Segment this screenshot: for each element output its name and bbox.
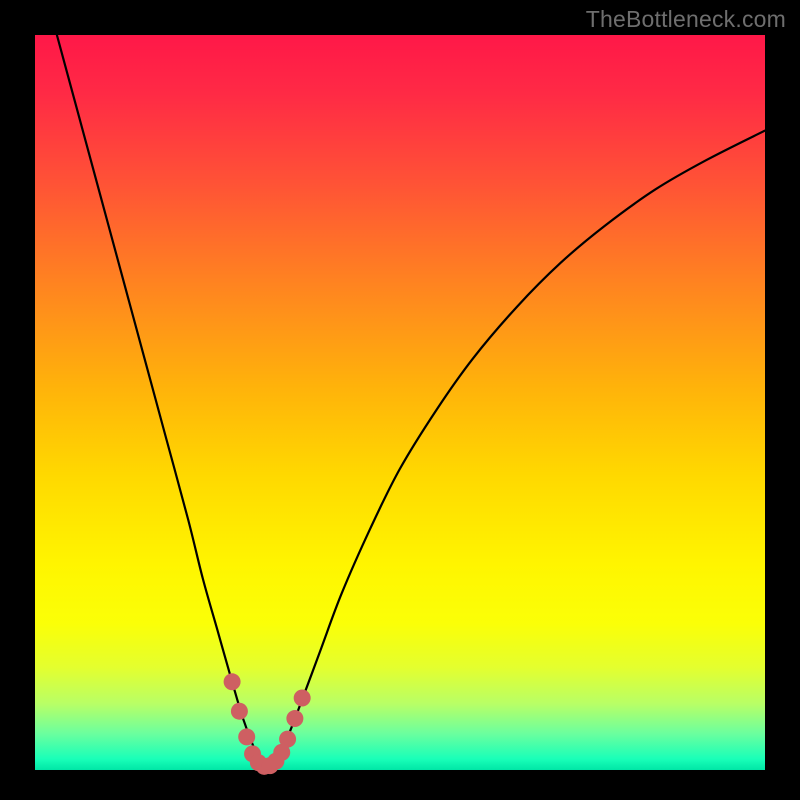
marker-dot	[294, 689, 311, 706]
marker-dot	[238, 728, 255, 745]
plot-background	[35, 35, 765, 770]
marker-dot	[286, 710, 303, 727]
marker-dot	[231, 703, 248, 720]
watermark-label: TheBottleneck.com	[586, 6, 786, 33]
chart-frame: TheBottleneck.com	[0, 0, 800, 800]
chart-svg	[0, 0, 800, 800]
marker-dot	[224, 673, 241, 690]
marker-dot	[279, 731, 296, 748]
